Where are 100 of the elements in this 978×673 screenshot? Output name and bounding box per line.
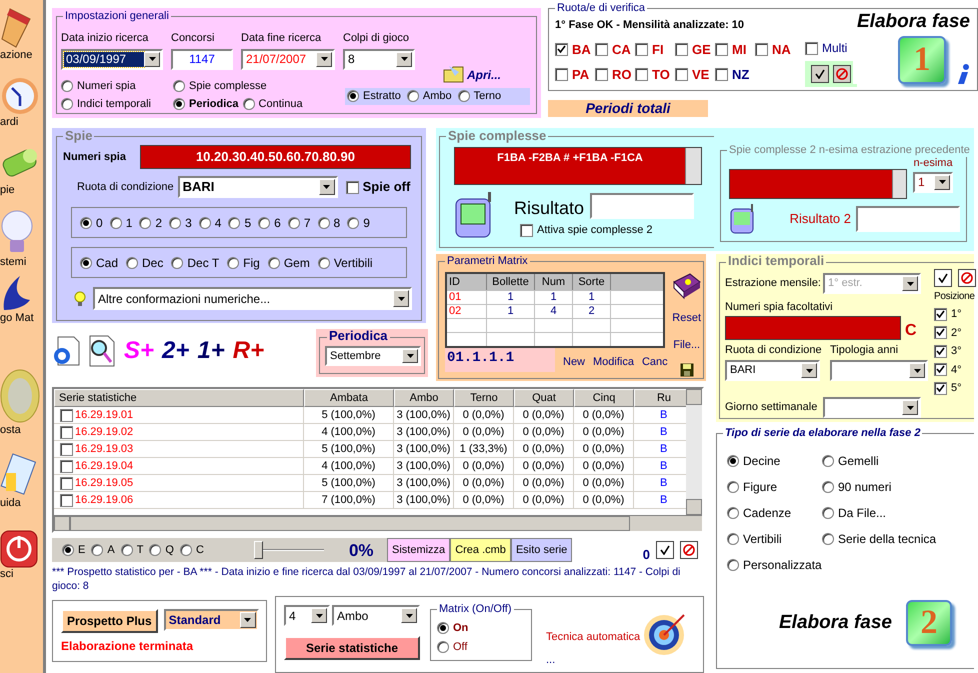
column-header[interactable]: Terno: [454, 389, 514, 407]
sort-dropdown[interactable]: Ambo: [332, 605, 420, 626]
radio-button[interactable]: Estratto: [347, 88, 401, 104]
column-header[interactable]: Cinq: [574, 389, 634, 407]
formula-field[interactable]: [729, 169, 907, 199]
checkbox[interactable]: 4°: [934, 362, 976, 378]
date-dropdown[interactable]: 8: [343, 48, 415, 70]
radio-button[interactable]: 9: [347, 214, 370, 232]
prospetto-button[interactable]: Prospetto Plus: [61, 609, 158, 633]
scrollbar[interactable]: [892, 170, 906, 198]
radio-button[interactable]: Personalizzata: [727, 556, 822, 574]
tool-button[interactable]: R+: [232, 339, 264, 363]
checkbox[interactable]: Multi: [805, 39, 857, 57]
radio-button[interactable]: Terno: [458, 88, 502, 104]
checkbox[interactable]: 3°: [934, 343, 976, 360]
column-header[interactable]: Ambata: [304, 389, 394, 407]
radio-button[interactable]: 6: [258, 214, 281, 232]
text-field[interactable]: [590, 193, 694, 219]
checkbox[interactable]: 2°: [934, 324, 976, 341]
matrix-link[interactable]: Reset: [672, 310, 702, 326]
radio-button[interactable]: Q: [149, 542, 174, 558]
radio-button[interactable]: C: [180, 542, 204, 558]
matrix-link[interactable]: File...: [673, 336, 700, 353]
radio-button[interactable]: Continua: [242, 96, 303, 112]
radio-button[interactable]: Cad: [80, 254, 118, 272]
matrix-link[interactable]: Canc: [642, 354, 668, 370]
checkbox[interactable]: 1°: [934, 306, 976, 322]
checkbox[interactable]: [60, 442, 73, 456]
radio-button[interactable]: 3: [169, 214, 192, 232]
radio-button[interactable]: Da File...: [822, 504, 972, 522]
checkbox[interactable]: Spie off: [346, 177, 410, 197]
clear-button[interactable]: C: [905, 322, 917, 340]
checkbox[interactable]: [60, 476, 73, 490]
checkbox[interactable]: CA: [595, 40, 635, 59]
radio-button[interactable]: Ambo: [406, 88, 452, 104]
check-icon[interactable]: [656, 541, 674, 560]
date-dropdown[interactable]: 03/09/1997: [61, 48, 163, 70]
sidebar-label[interactable]: go Mat: [0, 312, 34, 325]
column-header[interactable]: Num: [535, 274, 573, 290]
nth-dropdown[interactable]: 1: [913, 172, 953, 192]
text-field[interactable]: 1147: [171, 48, 233, 70]
radio-button[interactable]: Cadenze: [727, 504, 822, 522]
radio-button[interactable]: 5: [228, 214, 252, 232]
checkbox[interactable]: GE: [675, 40, 715, 59]
matrix-link[interactable]: New: [563, 354, 586, 370]
checkbox[interactable]: RO: [595, 65, 635, 84]
size-dropdown[interactable]: 4: [284, 605, 330, 626]
mode-dropdown[interactable]: Standard: [164, 609, 259, 631]
checkbox[interactable]: [60, 426, 73, 438]
radio-button[interactable]: Off: [437, 638, 531, 655]
checkbox[interactable]: PA: [555, 65, 595, 84]
sidebar-label[interactable]: stemi: [0, 256, 26, 269]
column-header[interactable]: Sorte: [573, 274, 611, 290]
checkbox[interactable]: [60, 494, 73, 506]
sidebar-label[interactable]: osta: [0, 424, 21, 437]
cancel-icon[interactable]: [958, 269, 976, 287]
help-book-icon[interactable]: [672, 272, 702, 300]
action-button[interactable]: Sistemizza: [387, 538, 450, 562]
radio-button[interactable]: Figure: [727, 478, 822, 496]
sidebar-label[interactable]: ardi: [0, 116, 18, 129]
formula-field[interactable]: F1BA -F2BA # +F1BA -F1CA: [454, 147, 702, 185]
radio-button[interactable]: T: [120, 542, 144, 558]
checkbox[interactable]: [60, 408, 73, 422]
checkbox[interactable]: FI: [635, 40, 675, 59]
radio-button[interactable]: 90 numeri: [822, 478, 972, 496]
radio-button[interactable]: Vertibili: [318, 254, 373, 272]
info-icon[interactable]: [956, 64, 972, 84]
slider[interactable]: [254, 541, 324, 560]
radio-button[interactable]: Gem: [268, 254, 310, 272]
checkbox[interactable]: Attiva spie complesse 2: [520, 222, 694, 238]
vertical-scrollbar[interactable]: [686, 389, 702, 514]
column-header[interactable]: Serie statistiche: [54, 389, 304, 407]
radio-button[interactable]: Gemelli: [822, 452, 972, 470]
slider-thumb[interactable]: [254, 541, 263, 560]
radio-button[interactable]: Spie complesse: [173, 78, 267, 94]
radio-button[interactable]: 7: [288, 214, 310, 232]
radio-button[interactable]: Serie della tecnica: [822, 530, 972, 548]
radio-button[interactable]: 8: [318, 214, 340, 232]
action-button[interactable]: Crea .cmb: [450, 538, 511, 562]
radio-button[interactable]: Dec T: [171, 254, 220, 272]
save-icon[interactable]: [680, 363, 694, 377]
browser-document-icon[interactable]: [52, 336, 80, 366]
radio-button[interactable]: Dec: [126, 254, 164, 272]
optional-numbers-field[interactable]: [725, 316, 901, 340]
checkbox[interactable]: TO: [635, 65, 675, 84]
column-header[interactable]: Bollette: [487, 274, 535, 290]
wheel-dropdown[interactable]: BARI: [725, 360, 820, 381]
radio-button[interactable]: Vertibili: [727, 530, 822, 548]
radio-button[interactable]: 2: [139, 214, 162, 232]
checkbox[interactable]: MI: [715, 40, 755, 59]
radio-button[interactable]: 1: [110, 214, 132, 232]
text-field[interactable]: [856, 206, 960, 232]
conformations-dropdown[interactable]: Altre conformazioni numeriche...: [93, 287, 412, 310]
action-button[interactable]: Esito serie: [510, 538, 572, 562]
cancel-icon[interactable]: [833, 65, 851, 83]
weekday-dropdown[interactable]: [823, 397, 922, 418]
wheel-dropdown[interactable]: BARI: [178, 176, 338, 198]
check-icon[interactable]: [934, 269, 952, 287]
column-header[interactable]: Quat: [514, 389, 574, 407]
column-header[interactable]: Ambo: [394, 389, 454, 407]
